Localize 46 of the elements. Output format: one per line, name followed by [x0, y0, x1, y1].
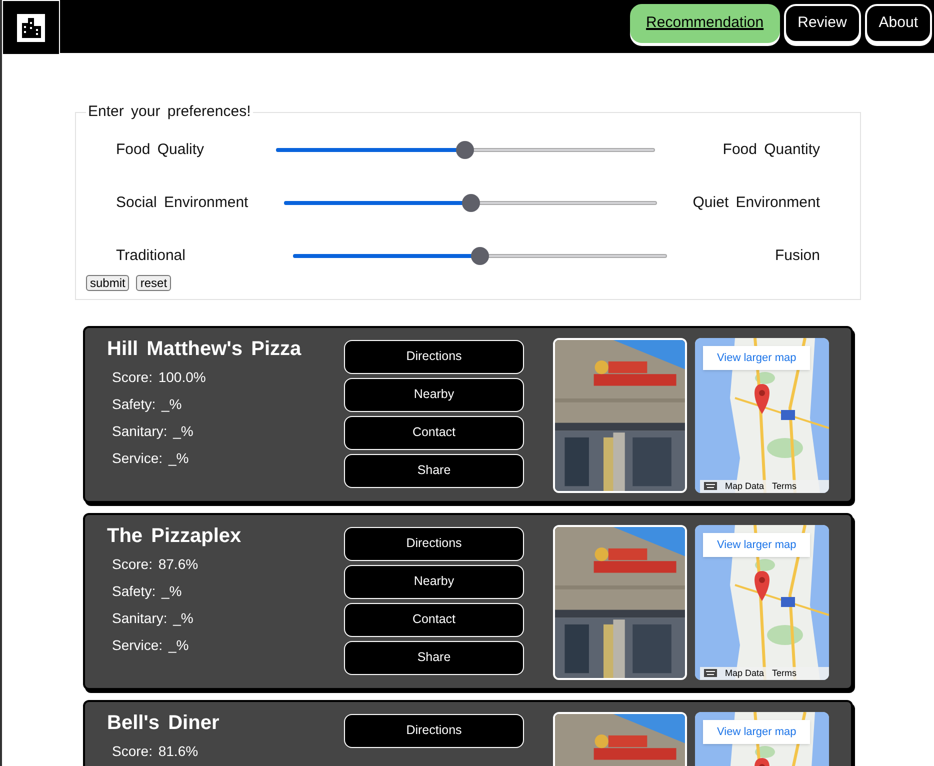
view-larger-map-link[interactable]: View larger map	[703, 532, 810, 557]
stat-text: Service: _%	[112, 448, 190, 468]
action-button[interactable]: Share	[344, 640, 524, 674]
action-button[interactable]: Share	[344, 454, 524, 488]
preference-slider[interactable]	[276, 140, 655, 160]
action-button[interactable]: Nearby	[344, 378, 524, 412]
keyboard-icon[interactable]	[704, 669, 717, 677]
map-footer-link[interactable]: Terms	[772, 668, 797, 678]
keyboard-icon[interactable]	[704, 482, 717, 490]
action-button[interactable]: Contact	[344, 602, 524, 636]
preference-slider[interactable]	[284, 193, 657, 213]
stat-text: Service: _%	[112, 636, 190, 655]
nav-tab[interactable]: About	[864, 4, 932, 43]
nav-tab[interactable]: Recommendation	[630, 4, 780, 43]
map-footer-link[interactable]: Map Data	[725, 668, 764, 678]
restaurant-name: The Pizzaplex	[107, 524, 242, 548]
stat-text: Sanitary: _%	[112, 608, 194, 628]
action-button[interactable]: Directions	[344, 714, 524, 748]
slider-label: Social Environment	[116, 192, 248, 213]
stat-text: Score: 87.6%	[112, 554, 200, 574]
preference-slider[interactable]	[293, 246, 667, 266]
panel-legend: Enter your preferences!	[86, 101, 253, 124]
slider-label: Traditional	[116, 246, 186, 266]
form-button[interactable]: submit	[86, 274, 130, 290]
slider-label: Quiet Environment	[692, 192, 820, 213]
stat-text: Safety: _%	[112, 582, 183, 601]
view-larger-map-link[interactable]: View larger map	[703, 720, 810, 744]
slider-label: Food Quantity	[722, 140, 820, 160]
stat-text: Safety: _%	[112, 394, 183, 414]
view-larger-map-link[interactable]: View larger map	[703, 346, 810, 370]
restaurant-name: Hill Matthew's Pizza	[107, 336, 302, 362]
action-button[interactable]: Directions	[344, 526, 524, 560]
building-icon[interactable]	[17, 14, 45, 42]
map-footer-link[interactable]: Terms	[772, 480, 797, 492]
action-button[interactable]: Directions	[344, 340, 524, 374]
stat-text: Score: 81.6%	[112, 742, 200, 760]
map-footer-link[interactable]: Map Data	[725, 480, 764, 492]
slider-label: Food Quality	[116, 140, 204, 160]
action-button[interactable]: Nearby	[344, 564, 524, 598]
restaurant-name: Bell's Diner	[107, 710, 220, 736]
stat-text: Score: 100.0%	[112, 368, 207, 386]
nav-tab[interactable]: Review	[784, 4, 861, 43]
stat-text: Sanitary: _%	[112, 422, 194, 441]
form-button[interactable]: reset	[136, 274, 172, 290]
slider-label: Fusion	[774, 246, 820, 266]
action-button[interactable]: Contact	[344, 416, 524, 450]
